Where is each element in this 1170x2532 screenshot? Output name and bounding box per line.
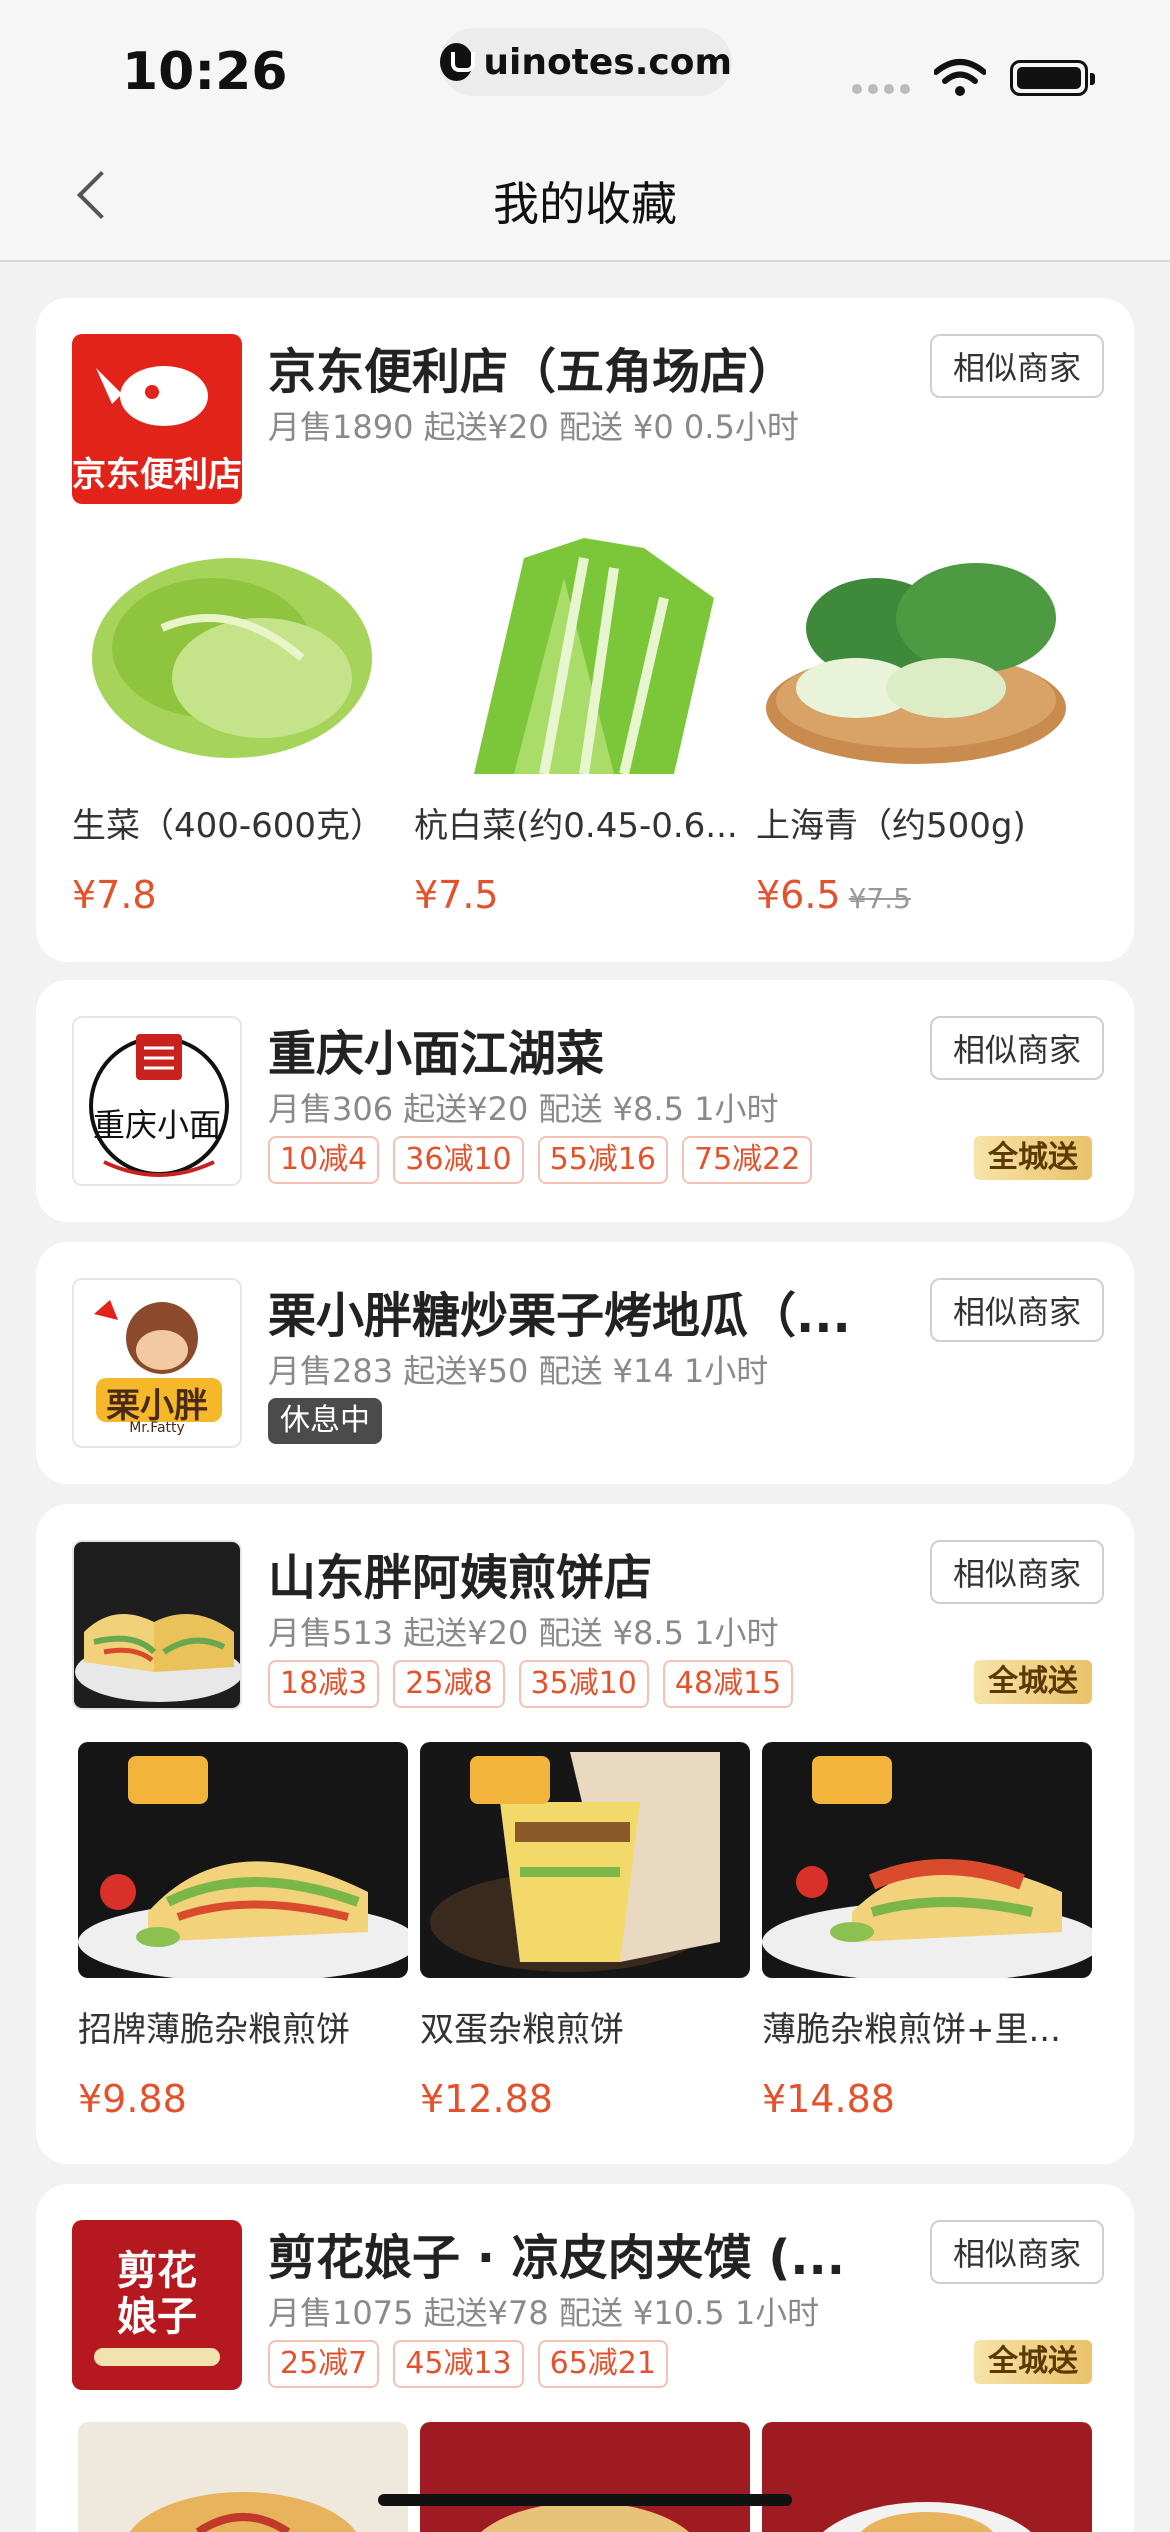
status-bar: 10:26 uinotes.com (0, 0, 1170, 130)
product-list (78, 2422, 1092, 2532)
product-price: ¥12.88 (420, 2077, 553, 2121)
shop-meta: 月售513 起送¥20 配送 ¥8.5 1小时 (268, 1614, 779, 1652)
status-time: 10:26 (122, 42, 288, 102)
promo-tag: 65减21 (537, 2340, 668, 2388)
promo-tag: 75减22 (681, 1136, 813, 1184)
shop-logo: 京东便利店 (72, 334, 242, 504)
shop-logo (72, 1540, 242, 1710)
logo-subtext: Mr.Fatty (129, 1420, 185, 1436)
product-name: 杭白菜(约0.45-0.6... (414, 806, 738, 846)
similar-shops-button[interactable]: 相似商家 (930, 334, 1104, 398)
promo-tag: 36减10 (393, 1136, 524, 1184)
shop-card[interactable]: 山东胖阿姨煎饼店 月售513 起送¥20 配送 ¥8.5 1小时 相似商家 18… (36, 1504, 1134, 2164)
original-price: ¥7.5 (848, 882, 911, 915)
home-indicator[interactable] (378, 2494, 792, 2506)
site-icon (440, 43, 476, 81)
promo-tag: 10减4 (268, 1136, 380, 1184)
product-list: 生菜（400-600克） ¥7.8 杭白菜(约0.45-0.6... ¥7.5 (72, 538, 1086, 917)
product-price: ¥14.88 (762, 2077, 895, 2121)
similar-shops-button[interactable]: 相似商家 (930, 2220, 1104, 2284)
logo-text: 京东便利店 (72, 455, 242, 495)
shop-name: 剪花娘子 · 凉皮肉夹馍 (... (268, 2230, 846, 2286)
product-item[interactable]: 薄脆杂粮煎饼+里... ¥14.88 (762, 1742, 1092, 2121)
similar-shops-button[interactable]: 相似商家 (930, 1278, 1104, 1342)
pancake-photo-icon (75, 1614, 240, 1702)
product-item[interactable]: 杭白菜(约0.45-0.6... ¥7.5 (414, 538, 744, 917)
shop-meta: 月售1890 起送¥20 配送 ¥0 0.5小时 (268, 408, 799, 446)
shop-card[interactable]: 剪花娘子 剪花娘子 · 凉皮肉夹馍 (... 月售1075 起送¥78 配送 ¥… (36, 2184, 1134, 2532)
promo-list: 10减4 36减10 55减16 75减22 (268, 1136, 813, 1184)
product-name: 招牌薄脆杂粮煎饼 (78, 2010, 350, 2050)
logo-ribbon (94, 2348, 220, 2366)
promo-tag: 48减15 (662, 1660, 794, 1708)
battery-icon (1010, 60, 1095, 96)
product-image (756, 538, 1086, 774)
shop-meta: 月售283 起送¥50 配送 ¥14 1小时 (268, 1352, 769, 1390)
product-list: 招牌薄脆杂粮煎饼 ¥9.88 双蛋杂粮煎饼 ¥12.88 薄脆杂粮煎饼+里...… (78, 1742, 1092, 2121)
product-image (762, 1742, 1092, 1978)
product-item[interactable] (78, 2422, 408, 2532)
product-image (78, 1742, 408, 1978)
promo-list: 18减3 25减8 35减10 48减15 (268, 1660, 794, 1708)
product-item[interactable]: 上海青（约500g) ¥6.5 ¥7.5 (756, 538, 1086, 917)
promo-list: 25减7 45减13 65减21 (268, 2340, 668, 2388)
similar-shops-button[interactable]: 相似商家 (930, 1540, 1104, 1604)
nav-bar: 我的收藏 (0, 130, 1170, 262)
url-text: uinotes.com (483, 41, 732, 83)
product-image (762, 2422, 1092, 2532)
promo-tag: 35减10 (518, 1660, 649, 1708)
product-name: 薄脆杂粮煎饼+里... (762, 2010, 1061, 2050)
product-image (78, 2422, 408, 2532)
logo-text: 重庆小面 (92, 1106, 221, 1144)
shop-card[interactable]: 京东便利店 京东便利店（五角场店） 月售1890 起送¥20 配送 ¥0 0.5… (36, 298, 1134, 962)
product-price: ¥6.5 ¥7.5 (756, 873, 911, 917)
promo-tag: 55减16 (537, 1136, 668, 1184)
similar-shops-button[interactable]: 相似商家 (930, 1016, 1104, 1080)
shop-logo: 剪花娘子 (72, 2220, 242, 2390)
product-name: 双蛋杂粮煎饼 (420, 2010, 624, 2050)
product-price: ¥9.88 (78, 2077, 187, 2121)
shop-logo: 重庆小面 (72, 1016, 242, 1186)
cellular-signal-icon (852, 84, 910, 94)
product-item[interactable] (762, 2422, 1092, 2532)
shop-card[interactable]: 重庆小面 重庆小面江湖菜 月售306 起送¥20 配送 ¥8.5 1小时 相似商… (36, 980, 1134, 1222)
url-pill[interactable]: uinotes.com (440, 28, 732, 96)
shop-card[interactable]: 栗小胖 Mr.Fatty 栗小胖糖炒栗子烤地瓜（... 月售283 起送¥50 … (36, 1242, 1134, 1484)
citywide-badge: 全城送 (974, 2340, 1092, 2384)
promo-tag: 18减3 (268, 1660, 380, 1708)
wifi-icon (934, 59, 986, 96)
closed-badge: 休息中 (268, 1398, 382, 1444)
promo-tag: 45减13 (393, 2340, 524, 2388)
product-image (420, 2422, 750, 2532)
promo-tag: 25减8 (393, 1660, 505, 1708)
product-item[interactable]: 双蛋杂粮煎饼 ¥12.88 (420, 1742, 750, 2121)
shop-meta: 月售1075 起送¥78 配送 ¥10.5 1小时 (268, 2294, 820, 2332)
product-item[interactable]: 生菜（400-600克） ¥7.8 (72, 538, 402, 917)
product-image (420, 1742, 750, 1978)
shop-name: 重庆小面江湖菜 (268, 1026, 605, 1082)
citywide-badge: 全城送 (974, 1136, 1092, 1180)
promo-tag: 25减7 (268, 2340, 380, 2388)
product-item[interactable] (420, 2422, 750, 2532)
logo-text: 剪花娘子 (117, 2248, 197, 2340)
product-name: 上海青（约500g) (756, 806, 1026, 846)
shop-name: 山东胖阿姨煎饼店 (268, 1550, 653, 1606)
product-price: ¥7.8 (72, 873, 157, 917)
citywide-badge: 全城送 (974, 1660, 1092, 1704)
shop-meta: 月售306 起送¥20 配送 ¥8.5 1小时 (268, 1090, 779, 1128)
product-name: 生菜（400-600克） (72, 806, 385, 846)
page-title: 我的收藏 (493, 177, 677, 231)
shop-name: 京东便利店（五角场店） (268, 344, 797, 400)
product-image (72, 538, 402, 774)
shop-logo: 栗小胖 Mr.Fatty (72, 1278, 242, 1448)
product-image (414, 538, 744, 774)
shop-name: 栗小胖糖炒栗子烤地瓜（... (268, 1288, 851, 1344)
product-item[interactable]: 招牌薄脆杂粮煎饼 ¥9.88 (78, 1742, 408, 2121)
product-price: ¥7.5 (414, 873, 499, 917)
